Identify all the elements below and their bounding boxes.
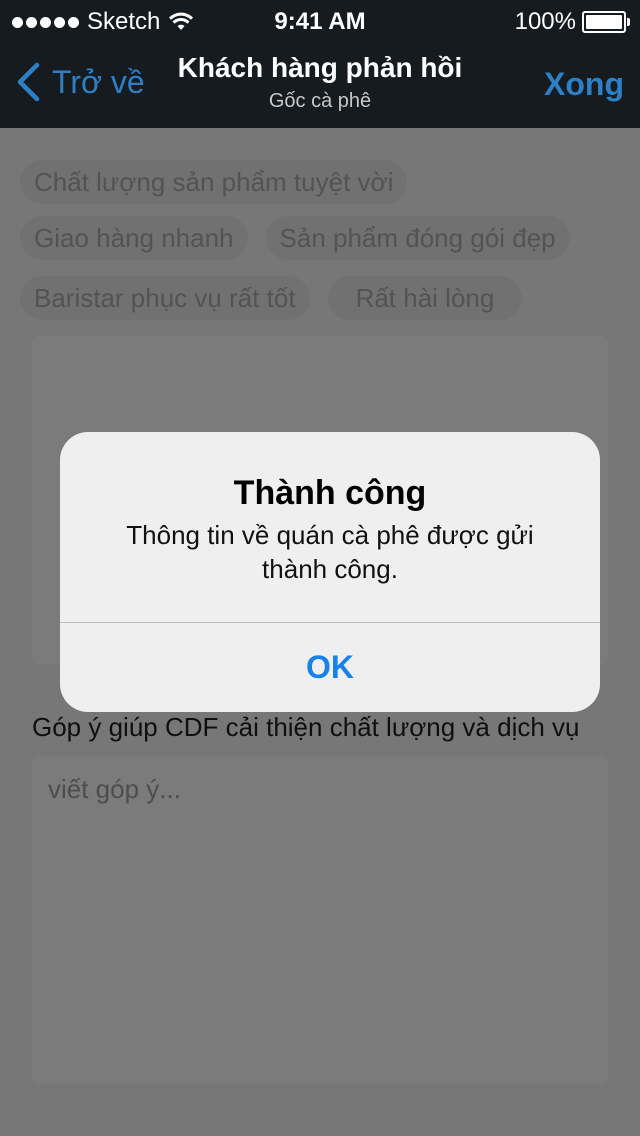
- battery-percent: 100%: [514, 8, 576, 35]
- battery-level: [586, 15, 622, 29]
- alert-message: Thông tin về quán cà phê được gửi thành …: [126, 520, 534, 584]
- navigation-bar: Trở về Khách hàng phản hồi Gốc cà phê Xo…: [0, 40, 640, 128]
- alert-title: Thành công: [233, 474, 427, 512]
- ok-button[interactable]: OK: [60, 623, 600, 712]
- success-alert: Thành công Thông tin về quán cà phê được…: [60, 432, 600, 712]
- battery-icon: [582, 11, 630, 33]
- done-button[interactable]: Xong: [544, 66, 624, 103]
- battery-info: 100%: [514, 8, 630, 36]
- status-bar: Sketch 9:41 AM 100%: [0, 0, 640, 40]
